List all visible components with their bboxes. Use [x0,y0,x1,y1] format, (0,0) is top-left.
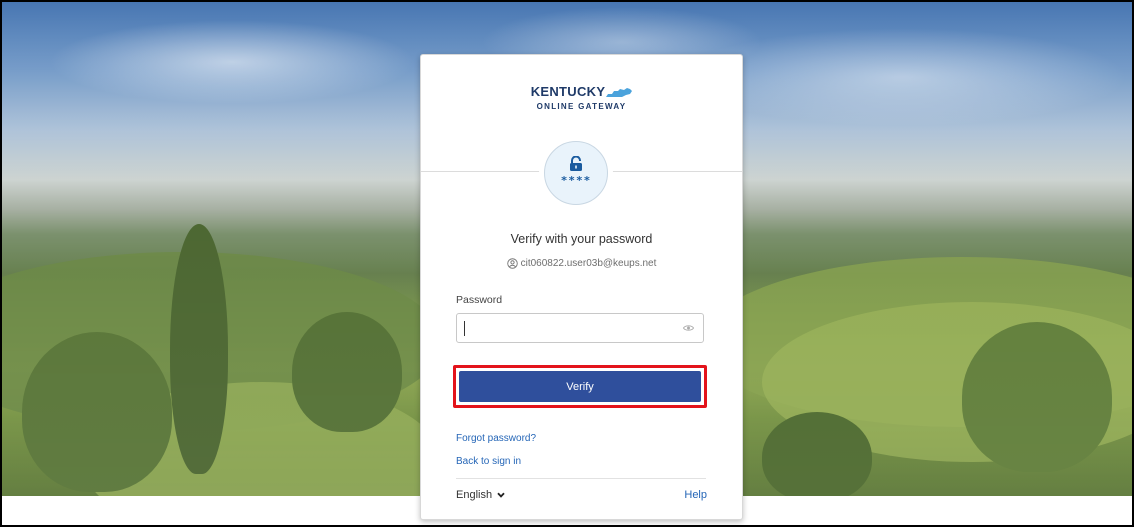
verify-button-highlight: Verify [453,365,707,408]
back-to-sign-in-link[interactable]: Back to sign in [456,456,521,467]
language-selector[interactable]: English [456,489,505,501]
password-label: Password [456,294,503,306]
unlocked-padlock-icon [570,156,582,171]
user-identifier: cit060822.user03b@keups.net [421,258,742,269]
page-title: Verify with your password [510,232,653,246]
kentucky-state-shape-icon [606,88,633,97]
login-card: KENTUCKY ONLINE GATEWAY **** Verify with… [420,54,743,520]
masked-password-glyph: **** [560,174,592,187]
kentucky-online-gateway-logo: KENTUCKY ONLINE GATEWAY [421,83,742,111]
logo-text-line1: KENTUCKY [530,84,606,99]
user-circle-icon [506,258,518,269]
footer-divider [456,478,706,479]
password-input[interactable] [457,314,689,342]
language-label: English [456,489,493,501]
help-link[interactable]: Help [684,489,707,501]
eye-icon[interactable] [683,324,694,332]
password-factor-badge: **** [544,141,608,205]
username-text: cit060822.user03b@keups.net [520,258,657,269]
logo-text-line2: ONLINE GATEWAY [536,102,627,111]
chevron-down-icon [497,492,505,498]
text-cursor [464,321,465,336]
verify-button[interactable]: Verify [459,371,701,402]
password-field[interactable] [456,313,704,343]
forgot-password-link[interactable]: Forgot password? [456,433,536,444]
